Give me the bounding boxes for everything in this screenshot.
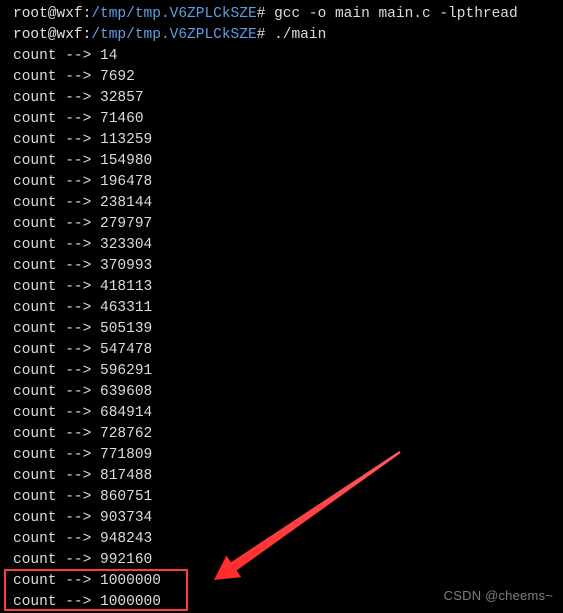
output-prefix: count --> <box>13 48 100 64</box>
output-prefix: count --> <box>13 321 100 337</box>
output-value: 817488 <box>100 468 152 484</box>
output-prefix: count --> <box>13 90 100 106</box>
output-value: 860751 <box>100 489 152 505</box>
output-line: count --> 547478 <box>13 340 563 361</box>
prompt-path: /tmp/tmp.V6ZPLCkSZE <box>91 6 256 22</box>
output-line: count --> 860751 <box>13 487 563 508</box>
output-prefix: count --> <box>13 279 100 295</box>
output-line: count --> 113259 <box>13 130 563 151</box>
output-prefix: count --> <box>13 132 100 148</box>
output-value: 903734 <box>100 510 152 526</box>
output-line: count --> 154980 <box>13 151 563 172</box>
output-line: count --> 639608 <box>13 382 563 403</box>
output-prefix: count --> <box>13 69 100 85</box>
output-prefix: count --> <box>13 258 100 274</box>
output-value: 154980 <box>100 153 152 169</box>
output-line: count --> 7692 <box>13 67 563 88</box>
output-line: count --> 684914 <box>13 403 563 424</box>
output-prefix: count --> <box>13 195 100 211</box>
output-line: count --> 463311 <box>13 298 563 319</box>
prompt-delim: # <box>257 6 274 22</box>
output-value: 728762 <box>100 426 152 442</box>
output-value: 14 <box>100 48 117 64</box>
output-value: 639608 <box>100 384 152 400</box>
output-value: 113259 <box>100 132 152 148</box>
output-line: count --> 279797 <box>13 214 563 235</box>
output-value: 948243 <box>100 531 152 547</box>
prompt-user-host: root@wxf <box>13 27 83 43</box>
output-value: 32857 <box>100 90 144 106</box>
output-prefix: count --> <box>13 468 100 484</box>
output-prefix: count --> <box>13 300 100 316</box>
output-prefix: count --> <box>13 489 100 505</box>
output-value: 7692 <box>100 69 135 85</box>
output-value: 463311 <box>100 300 152 316</box>
output-value: 771809 <box>100 447 152 463</box>
output-line: count --> 418113 <box>13 277 563 298</box>
output-prefix: count --> <box>13 447 100 463</box>
output-line: count --> 505139 <box>13 319 563 340</box>
output-line: count --> 238144 <box>13 193 563 214</box>
output-prefix: count --> <box>13 153 100 169</box>
prompt-line: root@wxf:/tmp/tmp.V6ZPLCkSZE# ./main <box>13 25 563 46</box>
prompt-path: /tmp/tmp.V6ZPLCkSZE <box>91 27 256 43</box>
output-line: count --> 903734 <box>13 508 563 529</box>
output-prefix: count --> <box>13 342 100 358</box>
prompt-user-host: root@wxf <box>13 6 83 22</box>
output-value: 1000000 <box>100 594 161 610</box>
output-prefix: count --> <box>13 384 100 400</box>
output-prefix: count --> <box>13 237 100 253</box>
output-value: 370993 <box>100 258 152 274</box>
output-value: 238144 <box>100 195 152 211</box>
output-value: 547478 <box>100 342 152 358</box>
output-line: count --> 323304 <box>13 235 563 256</box>
output-line: count --> 71460 <box>13 109 563 130</box>
output-prefix: count --> <box>13 174 100 190</box>
output-value: 505139 <box>100 321 152 337</box>
output-line: count --> 32857 <box>13 88 563 109</box>
output-prefix: count --> <box>13 552 100 568</box>
terminal-output: root@wxf:/tmp/tmp.V6ZPLCkSZE# gcc -o mai… <box>0 0 563 613</box>
output-value: 596291 <box>100 363 152 379</box>
output-prefix: count --> <box>13 531 100 547</box>
output-line: count --> 596291 <box>13 361 563 382</box>
output-prefix: count --> <box>13 573 100 589</box>
output-line: count --> 728762 <box>13 424 563 445</box>
output-prefix: count --> <box>13 216 100 232</box>
output-prefix: count --> <box>13 594 100 610</box>
watermark-text: CSDN @cheems~ <box>444 585 553 606</box>
prompt-delim: # <box>257 27 274 43</box>
output-value: 418113 <box>100 279 152 295</box>
output-value: 279797 <box>100 216 152 232</box>
output-line: count --> 370993 <box>13 256 563 277</box>
output-line: count --> 817488 <box>13 466 563 487</box>
output-line: count --> 992160 <box>13 550 563 571</box>
output-line: count --> 948243 <box>13 529 563 550</box>
output-value: 71460 <box>100 111 144 127</box>
output-line: count --> 14 <box>13 46 563 67</box>
command-text: ./main <box>274 27 326 43</box>
output-line: count --> 196478 <box>13 172 563 193</box>
output-value: 992160 <box>100 552 152 568</box>
output-line: count --> 771809 <box>13 445 563 466</box>
output-prefix: count --> <box>13 363 100 379</box>
prompt-line: root@wxf:/tmp/tmp.V6ZPLCkSZE# gcc -o mai… <box>13 4 563 25</box>
command-text: gcc -o main main.c -lpthread <box>274 6 518 22</box>
output-prefix: count --> <box>13 111 100 127</box>
output-value: 196478 <box>100 174 152 190</box>
output-prefix: count --> <box>13 426 100 442</box>
output-value: 1000000 <box>100 573 161 589</box>
output-value: 323304 <box>100 237 152 253</box>
output-prefix: count --> <box>13 405 100 421</box>
output-value: 684914 <box>100 405 152 421</box>
output-prefix: count --> <box>13 510 100 526</box>
